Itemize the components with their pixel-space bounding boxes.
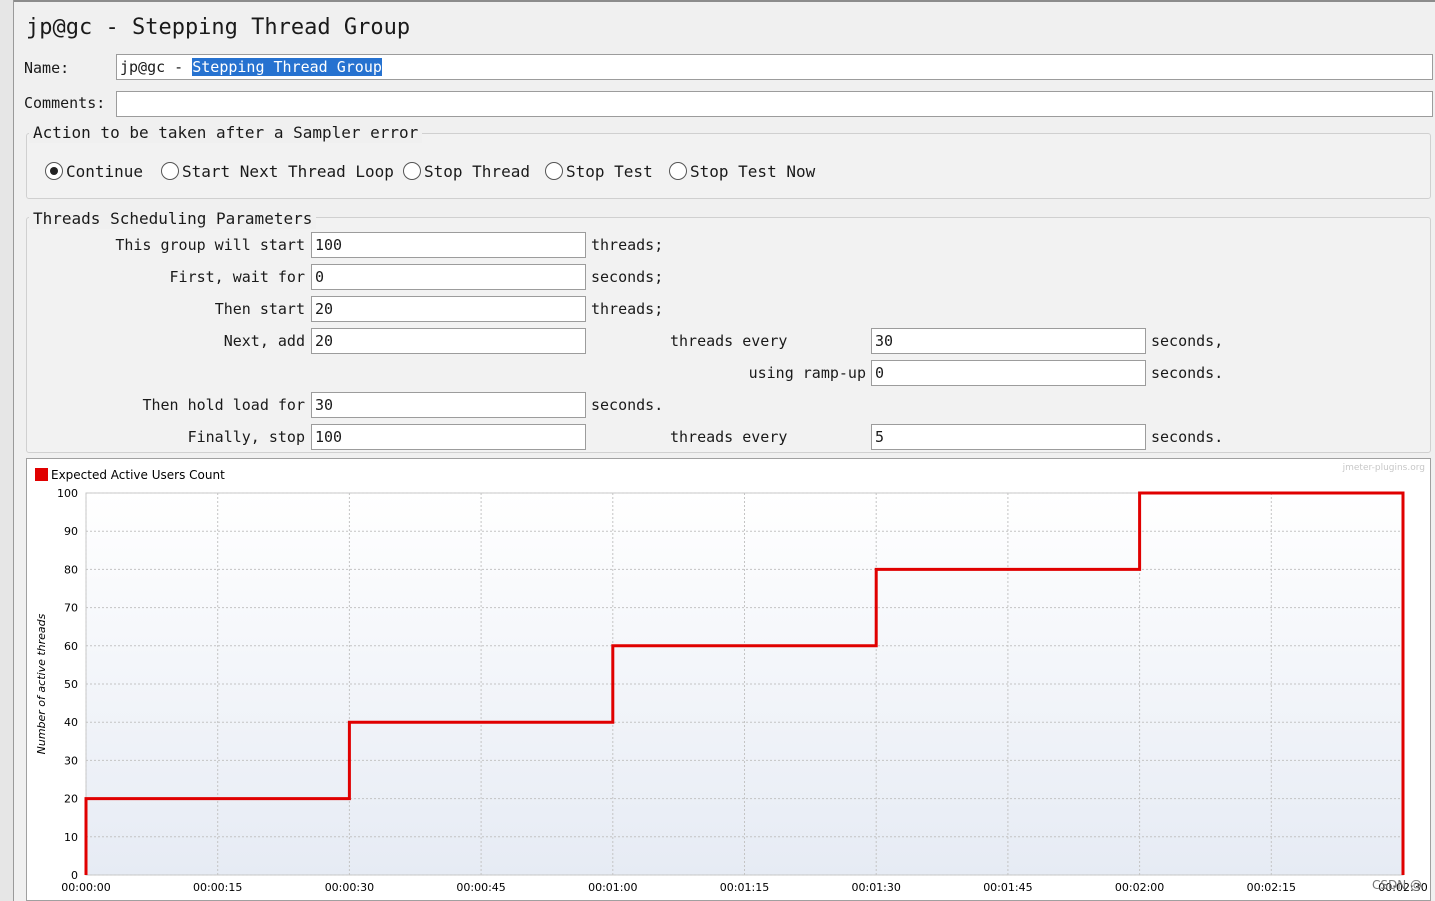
y-tick-label: 40: [64, 716, 78, 729]
legend-swatch: [35, 468, 48, 481]
stop-every-field[interactable]: 5: [871, 424, 1146, 450]
radio-start-next-thread-loop[interactable]: Start Next Thread Loop: [161, 160, 394, 182]
x-tick-label: 00:02:15: [1247, 881, 1296, 894]
y-tick-label: 10: [64, 831, 78, 844]
hold-load-field[interactable]: 30: [311, 392, 586, 418]
y-tick-label: 20: [64, 793, 78, 806]
next-add-every-unit: seconds,: [1151, 332, 1224, 350]
name-field-prefix: jp@gc -: [120, 58, 193, 76]
name-label: Name:: [24, 59, 70, 77]
radio-stop-test-label: Stop Test: [566, 161, 653, 181]
finally-stop-field[interactable]: 100: [311, 424, 586, 450]
x-tick-label: 00:00:45: [456, 881, 505, 894]
next-add-every-field[interactable]: 30: [871, 328, 1146, 354]
rampup-field[interactable]: 0: [871, 360, 1146, 386]
initial-delay-field[interactable]: 0: [311, 264, 586, 290]
radio-continue[interactable]: Continue: [45, 160, 143, 182]
x-axis-ticks: 00:00:00 00:00:15 00:00:30 00:00:45 00:01:00…: [61, 881, 1427, 894]
then-start-field[interactable]: 20: [311, 296, 586, 322]
page-title: jp@gc - Stepping Thread Group: [26, 15, 411, 40]
finally-stop-label: Finally, stop: [187, 428, 305, 446]
next-add-field[interactable]: 20: [311, 328, 586, 354]
y-axis-title: Number of active threads: [35, 613, 48, 754]
radio-start-next-thread-loop-circle[interactable]: [161, 162, 179, 180]
active-threads-chart: 0102030405060708090100 00:00:00 00:00:15 0…: [35, 463, 1428, 894]
radio-stop-test-now[interactable]: Stop Test Now: [669, 160, 815, 182]
radio-continue-circle[interactable]: [45, 162, 63, 180]
then-start-unit: threads;: [591, 300, 664, 318]
y-axis-ticks: 0102030405060708090100: [57, 487, 78, 882]
y-tick-label: 70: [64, 602, 78, 615]
x-tick-label: 00:00:30: [325, 881, 374, 894]
name-field[interactable]: jp@gc - Stepping Thread Group: [116, 54, 1433, 80]
comments-label: Comments:: [24, 94, 106, 112]
y-tick-label: 50: [64, 678, 78, 691]
watermark: CSDN @: [1371, 878, 1422, 892]
radio-stop-test-now-circle[interactable]: [669, 162, 687, 180]
sampler-error-legend: Action to be taken after a Sampler error: [29, 123, 423, 143]
stop-every-unit: seconds.: [1151, 428, 1224, 446]
initial-delay-unit: seconds;: [591, 268, 664, 286]
radio-stop-test[interactable]: Stop Test: [545, 160, 653, 182]
x-tick-label: 00:00:00: [61, 881, 110, 894]
x-tick-label: 00:00:15: [193, 881, 242, 894]
start-threads-field[interactable]: 100: [311, 232, 586, 258]
y-tick-label: 100: [57, 487, 78, 500]
radio-stop-thread-circle[interactable]: [403, 162, 421, 180]
x-tick-label: 00:01:45: [983, 881, 1032, 894]
radio-stop-thread[interactable]: Stop Thread: [403, 160, 530, 182]
x-tick-label: 00:02:00: [1115, 881, 1164, 894]
x-tick-label: 00:01:00: [588, 881, 637, 894]
rampup-unit: seconds.: [1151, 364, 1224, 382]
x-tick-label: 00:01:30: [851, 881, 900, 894]
start-threads-label: This group will start: [115, 236, 305, 254]
y-tick-label: 90: [64, 525, 78, 538]
radio-stop-thread-label: Stop Thread: [424, 161, 530, 181]
rampup-label: using ramp-up: [748, 364, 866, 382]
then-start-label: Then start: [214, 300, 305, 318]
left-panel-edge: [0, 0, 14, 901]
next-add-every-label: threads every: [670, 332, 788, 350]
y-tick-label: 30: [64, 754, 78, 767]
radio-start-next-thread-loop-label: Start Next Thread Loop: [182, 161, 394, 181]
y-tick-label: 60: [64, 640, 78, 653]
x-tick-label: 00:01:15: [720, 881, 769, 894]
chart-panel: 0 10 20 30 40 50 60 70 80 90 100 00:00:00 00:00:15 0…: [26, 458, 1431, 901]
scheduling-legend: Threads Scheduling Parameters: [29, 209, 317, 229]
radio-stop-test-now-label: Stop Test Now: [690, 161, 816, 181]
hold-load-label: Then hold load for: [142, 396, 305, 414]
comments-field[interactable]: [116, 91, 1433, 117]
start-threads-unit: threads;: [591, 236, 664, 254]
name-field-selection: Stepping Thread Group: [192, 58, 382, 76]
radio-stop-test-circle[interactable]: [545, 162, 563, 180]
radio-continue-label: Continue: [66, 161, 144, 181]
legend-label: Expected Active Users Count: [51, 468, 225, 482]
initial-delay-label: First, wait for: [169, 268, 305, 286]
next-add-label: Next, add: [223, 332, 305, 350]
hold-load-unit: seconds.: [591, 396, 664, 414]
stop-every-label: threads every: [670, 428, 788, 446]
chart-brand: jmeter-plugins.org: [1342, 463, 1425, 473]
y-tick-label: 80: [64, 563, 78, 576]
top-edge: [14, 0, 1435, 2]
